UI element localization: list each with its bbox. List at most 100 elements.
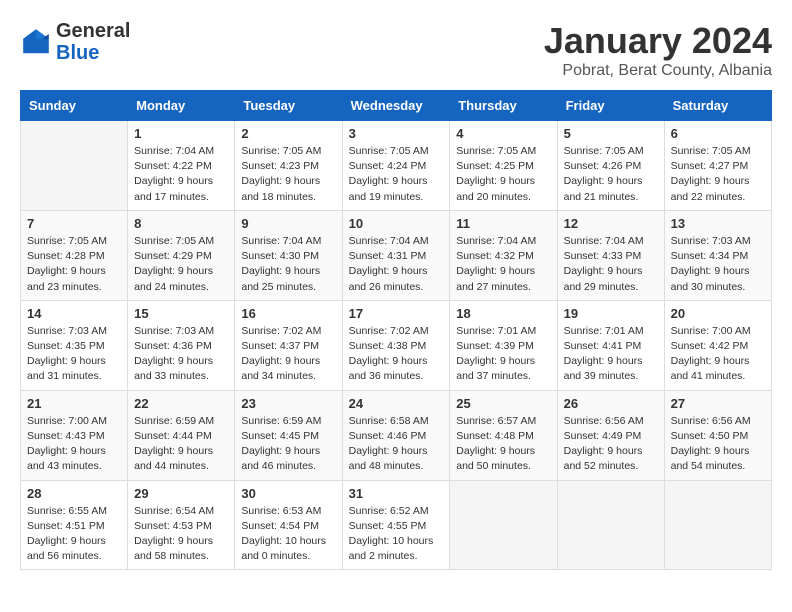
day-info: Sunrise: 7:05 AMSunset: 4:25 PMDaylight:… [456,144,550,205]
day-number: 8 [134,216,228,231]
day-info: Sunrise: 6:53 AMSunset: 4:54 PMDaylight:… [241,504,335,565]
calendar-cell [557,480,664,570]
day-number: 5 [564,126,658,141]
weekday-header: Sunday [21,91,128,121]
calendar-cell: 8 Sunrise: 7:05 AMSunset: 4:29 PMDaylight… [128,210,235,300]
calendar-cell: 22 Sunrise: 6:59 AMSunset: 4:44 PMDayligh… [128,390,235,480]
calendar-cell [664,480,771,570]
calendar-cell: 25 Sunrise: 6:57 AMSunset: 4:48 PMDayligh… [450,390,557,480]
calendar-cell: 15Sunrise: 7:03 AMSunset: 4:36 PMDayligh… [128,300,235,390]
day-number: 19 [564,306,658,321]
weekday-header: Saturday [664,91,771,121]
logo: General Blue [20,20,130,64]
logo-icon [20,26,52,58]
calendar-week-row: 14Sunrise: 7:03 AMSunset: 4:35 PMDayligh… [21,300,772,390]
day-number: 11 [456,216,550,231]
day-info: Sunrise: 7:04 AMSunset: 4:32 PMDaylight:… [456,234,550,295]
logo-general: General [56,20,130,42]
day-info: Sunrise: 7:02 AMSunset: 4:38 PMDaylight:… [349,324,444,385]
calendar-table: SundayMondayTuesdayWednesdayThursdayFrid… [20,90,772,570]
calendar-cell: 28 Sunrise: 6:55 AMSunset: 4:51 PMDayligh… [21,480,128,570]
day-info: Sunrise: 6:58 AMSunset: 4:46 PMDaylight:… [349,414,444,475]
calendar-cell [450,480,557,570]
calendar-cell: 6 Sunrise: 7:05 AMSunset: 4:27 PMDaylight… [664,121,771,211]
calendar-cell: 21 Sunrise: 7:00 AMSunset: 4:43 PMDayligh… [21,390,128,480]
day-info: Sunrise: 7:05 AMSunset: 4:29 PMDaylight:… [134,234,228,295]
location: Pobrat, Berat County, Albania [544,62,772,80]
day-info: Sunrise: 6:59 AMSunset: 4:44 PMDaylight:… [134,414,228,475]
weekday-header: Friday [557,91,664,121]
day-info: Sunrise: 7:04 AMSunset: 4:31 PMDaylight:… [349,234,444,295]
day-number: 3 [349,126,444,141]
calendar-cell: 18 Sunrise: 7:01 AMSunset: 4:39 PMDayligh… [450,300,557,390]
calendar-cell: 29 Sunrise: 6:54 AMSunset: 4:53 PMDayligh… [128,480,235,570]
calendar-cell: 7 Sunrise: 7:05 AMSunset: 4:28 PMDaylight… [21,210,128,300]
day-info: Sunrise: 6:54 AMSunset: 4:53 PMDaylight:… [134,504,228,565]
day-info: Sunrise: 7:03 AMSunset: 4:36 PMDaylight:… [134,324,228,385]
day-number: 4 [456,126,550,141]
day-info: Sunrise: 7:05 AMSunset: 4:28 PMDaylight:… [27,234,121,295]
calendar-cell: 27Sunrise: 6:56 AMSunset: 4:50 PMDayligh… [664,390,771,480]
day-number: 7 [27,216,121,231]
day-number: 27 [671,396,765,411]
calendar-cell: 16Sunrise: 7:02 AMSunset: 4:37 PMDayligh… [235,300,342,390]
day-info: Sunrise: 6:52 AMSunset: 4:55 PMDaylight:… [349,504,444,565]
day-number: 16 [241,306,335,321]
calendar-cell: 3 Sunrise: 7:05 AMSunset: 4:24 PMDaylight… [342,121,450,211]
day-number: 29 [134,486,228,501]
day-number: 2 [241,126,335,141]
month-title: January 2024 [544,20,772,62]
day-number: 26 [564,396,658,411]
calendar-cell: 2 Sunrise: 7:05 AMSunset: 4:23 PMDaylight… [235,121,342,211]
day-number: 28 [27,486,121,501]
calendar-week-row: 7 Sunrise: 7:05 AMSunset: 4:28 PMDaylight… [21,210,772,300]
calendar-cell: 26Sunrise: 6:56 AMSunset: 4:49 PMDayligh… [557,390,664,480]
calendar-cell: 20 Sunrise: 7:00 AMSunset: 4:42 PMDayligh… [664,300,771,390]
calendar-cell: 12Sunrise: 7:04 AMSunset: 4:33 PMDayligh… [557,210,664,300]
day-info: Sunrise: 7:05 AMSunset: 4:23 PMDaylight:… [241,144,335,205]
calendar-cell: 23Sunrise: 6:59 AMSunset: 4:45 PMDayligh… [235,390,342,480]
calendar-cell: 9Sunrise: 7:04 AMSunset: 4:30 PMDaylight… [235,210,342,300]
day-info: Sunrise: 7:01 AMSunset: 4:39 PMDaylight:… [456,324,550,385]
day-number: 14 [27,306,121,321]
weekday-header: Wednesday [342,91,450,121]
day-number: 30 [241,486,335,501]
calendar-cell: 11 Sunrise: 7:04 AMSunset: 4:32 PMDayligh… [450,210,557,300]
day-number: 31 [349,486,444,501]
calendar-cell: 31 Sunrise: 6:52 AMSunset: 4:55 PMDayligh… [342,480,450,570]
day-number: 9 [241,216,335,231]
day-info: Sunrise: 7:01 AMSunset: 4:41 PMDaylight:… [564,324,658,385]
day-number: 22 [134,396,228,411]
day-info: Sunrise: 7:00 AMSunset: 4:42 PMDaylight:… [671,324,765,385]
day-info: Sunrise: 7:05 AMSunset: 4:24 PMDaylight:… [349,144,444,205]
day-info: Sunrise: 7:05 AMSunset: 4:26 PMDaylight:… [564,144,658,205]
day-info: Sunrise: 7:03 AMSunset: 4:34 PMDaylight:… [671,234,765,295]
weekday-header: Thursday [450,91,557,121]
day-info: Sunrise: 7:04 AMSunset: 4:33 PMDaylight:… [564,234,658,295]
logo-blue: Blue [56,42,99,64]
calendar-cell: 19 Sunrise: 7:01 AMSunset: 4:41 PMDayligh… [557,300,664,390]
day-number: 6 [671,126,765,141]
calendar-week-row: 1 Sunrise: 7:04 AMSunset: 4:22 PMDaylight… [21,121,772,211]
day-info: Sunrise: 7:04 AMSunset: 4:22 PMDaylight:… [134,144,228,205]
day-number: 10 [349,216,444,231]
day-info: Sunrise: 6:55 AMSunset: 4:51 PMDaylight:… [27,504,121,565]
day-info: Sunrise: 6:57 AMSunset: 4:48 PMDaylight:… [456,414,550,475]
calendar-cell: 10 Sunrise: 7:04 AMSunset: 4:31 PMDayligh… [342,210,450,300]
day-number: 17 [349,306,444,321]
day-number: 1 [134,126,228,141]
weekday-header: Monday [128,91,235,121]
day-info: Sunrise: 7:05 AMSunset: 4:27 PMDaylight:… [671,144,765,205]
calendar-cell: 14Sunrise: 7:03 AMSunset: 4:35 PMDayligh… [21,300,128,390]
calendar-cell: 13Sunrise: 7:03 AMSunset: 4:34 PMDayligh… [664,210,771,300]
calendar-week-row: 28 Sunrise: 6:55 AMSunset: 4:51 PMDayligh… [21,480,772,570]
calendar-cell [21,121,128,211]
day-number: 18 [456,306,550,321]
day-number: 25 [456,396,550,411]
day-number: 21 [27,396,121,411]
day-number: 20 [671,306,765,321]
calendar-cell: 24 Sunrise: 6:58 AMSunset: 4:46 PMDayligh… [342,390,450,480]
day-info: Sunrise: 7:00 AMSunset: 4:43 PMDaylight:… [27,414,121,475]
day-number: 24 [349,396,444,411]
day-info: Sunrise: 6:59 AMSunset: 4:45 PMDaylight:… [241,414,335,475]
